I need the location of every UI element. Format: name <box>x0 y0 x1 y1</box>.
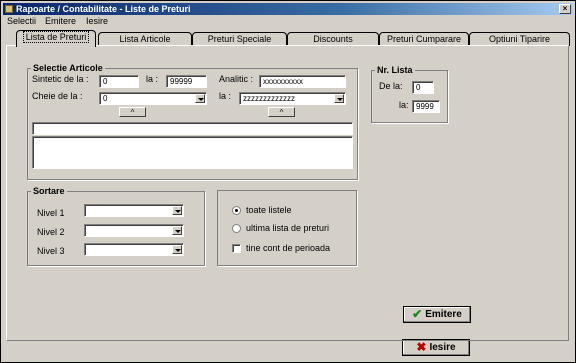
title-bar: Rapoarte / Contabilitate - Liste de Pret… <box>3 3 573 15</box>
sortare-group: Sortare Nivel 1 Nivel 2 Nivel 3 <box>27 186 205 266</box>
radio-toate-listele[interactable] <box>232 206 241 215</box>
articles-list[interactable] <box>32 136 353 169</box>
scroll-up-button-right[interactable]: ^ <box>268 107 295 117</box>
menu-selectii[interactable]: Selectii <box>7 16 36 26</box>
scroll-up-button-left[interactable]: ^ <box>119 107 146 117</box>
selectie-title: Selectie Articole <box>31 63 105 73</box>
sintetic-la-label: la : <box>146 74 159 84</box>
sintetic-label: Sintetic de la : <box>32 74 89 84</box>
app-icon <box>5 5 13 13</box>
dropdown-arrow-icon[interactable] <box>195 94 205 103</box>
nivel3-combo[interactable] <box>84 243 184 256</box>
selectie-articole-group: Selectie Articole Sintetic de la : 0 la … <box>27 63 358 180</box>
radio-ultima-lista[interactable] <box>232 224 241 233</box>
menu-iesire[interactable]: Iesire <box>86 16 108 26</box>
nr-lista-from-input[interactable]: 0 <box>412 81 434 94</box>
nr-lista-la-label: la: <box>399 100 409 110</box>
menu-bar: Selectii Emitere Iesire <box>3 15 573 27</box>
cheie-la-label: la : <box>219 91 232 101</box>
analitic-input[interactable]: xxxxxxxxxx <box>259 75 346 88</box>
emitere-button[interactable]: ✔ Emitere <box>403 306 471 323</box>
iesire-button[interactable]: ✖ Iesire <box>402 339 470 356</box>
dropdown-arrow-icon[interactable] <box>172 226 182 235</box>
emitere-label: Emitere <box>425 309 462 320</box>
tab-panel: Selectie Articole Sintetic de la : 0 la … <box>6 45 569 341</box>
de-la-label: De la: <box>379 81 403 91</box>
nivel1-combo[interactable] <box>84 204 184 217</box>
cheie-from-value: 0 <box>103 94 108 103</box>
main-window: Rapoarte / Contabilitate - Liste de Pret… <box>0 0 576 363</box>
dropdown-arrow-icon[interactable] <box>172 206 182 215</box>
dropdown-arrow-icon[interactable] <box>334 94 344 103</box>
radio-toate-listele-label: toate listele <box>246 205 292 215</box>
sintetic-from-input[interactable]: 0 <box>99 75 139 88</box>
nivel1-label: Nivel 1 <box>37 208 65 218</box>
checkmark-icon: ✔ <box>412 307 423 321</box>
sintetic-to-input[interactable]: 99999 <box>166 75 207 88</box>
tab-preturi-speciale[interactable]: Preturi Speciale <box>192 32 287 46</box>
nr-lista-to-input[interactable]: 9999 <box>412 100 440 113</box>
analitic-label: Analitic : <box>219 74 254 84</box>
cheie-to-combo[interactable]: zzzzzzzzzzzzz <box>239 92 346 105</box>
menu-emitere[interactable]: Emitere <box>45 16 76 26</box>
nr-lista-title: Nr. Lista <box>375 65 415 75</box>
options-group: toate listele ultima lista de preturi ti… <box>217 190 357 266</box>
cheie-to-value: zzzzzzzzzzzzz <box>243 94 295 103</box>
tab-label: Lista de Preturi <box>22 31 90 43</box>
tab-optiuni-tiparire[interactable]: Optiuni Tiparire <box>469 32 570 46</box>
nr-lista-group: Nr. Lista De la: 0 la: 9999 <box>371 65 448 123</box>
x-icon: ✖ <box>416 340 427 354</box>
articles-header-box[interactable] <box>32 122 353 135</box>
checkbox-perioada-label: tine cont de perioada <box>246 243 331 253</box>
nivel2-combo[interactable] <box>84 224 184 237</box>
nivel2-label: Nivel 2 <box>37 227 65 237</box>
radio-ultima-lista-label: ultima lista de preturi <box>246 223 330 233</box>
tab-lista-de-preturi[interactable]: Lista de Preturi <box>16 30 96 47</box>
dropdown-arrow-icon[interactable] <box>172 245 182 254</box>
tab-discounts[interactable]: Discounts <box>287 32 379 46</box>
close-button[interactable]: × <box>559 4 571 14</box>
cheie-from-combo[interactable]: 0 <box>99 92 207 105</box>
tab-lista-articole[interactable]: Lista Articole <box>98 32 192 46</box>
tab-preturi-cumparare[interactable]: Preturi Cumparare <box>379 32 469 46</box>
nivel3-label: Nivel 3 <box>37 246 65 256</box>
cheie-label: Cheie de la : <box>32 91 83 101</box>
iesire-label: Iesire <box>429 342 456 353</box>
checkbox-perioada[interactable] <box>232 244 241 253</box>
sortare-title: Sortare <box>31 186 67 196</box>
window-title: Rapoarte / Contabilitate - Liste de Pret… <box>16 4 191 14</box>
